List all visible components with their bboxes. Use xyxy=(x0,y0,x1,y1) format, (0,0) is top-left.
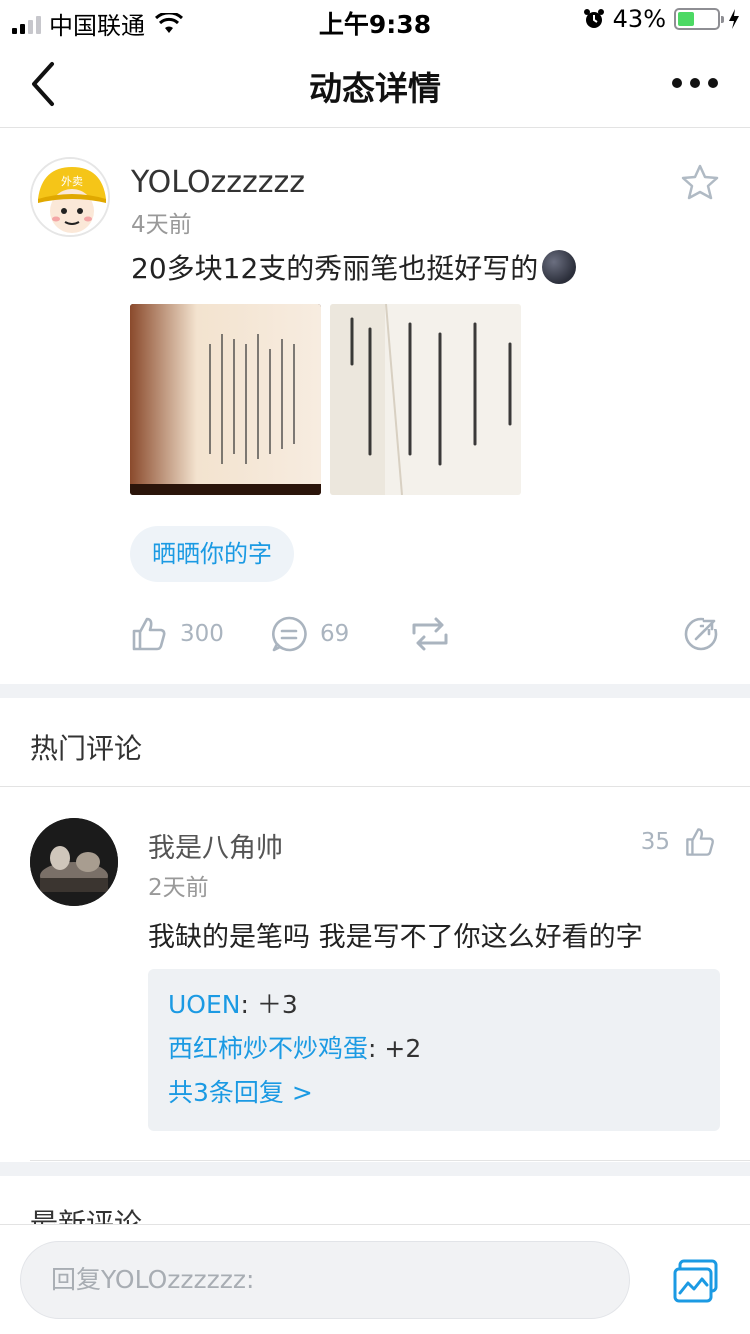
comment-like-count: 35 xyxy=(640,829,670,855)
avatar-badge-text: 外卖 xyxy=(61,175,83,188)
battery-percent: 43% xyxy=(612,5,666,33)
post-text: 20多块12支的秀丽笔也挺好写的 xyxy=(131,252,539,285)
reply-item: UOEN: ＋3 xyxy=(168,990,298,1019)
reply-input[interactable]: 回复YOLOzzzzzz: xyxy=(20,1241,630,1319)
comment-text: 我缺的是笔吗 我是写不了你这么好看的字 xyxy=(148,922,643,953)
battery-icon xyxy=(674,8,724,30)
reply-username[interactable]: 西红柿炒不炒鸡蛋 xyxy=(168,1034,368,1063)
post-username[interactable]: YOLOzzzzzz xyxy=(131,165,305,200)
repost-button[interactable] xyxy=(408,615,452,653)
comment-avatar[interactable] xyxy=(30,818,118,906)
post-card: 外卖 YOLOzzzzzz 4天前 20多块12支的秀丽笔也挺好写的 晒晒你的字… xyxy=(0,129,750,684)
hot-comments-title: 热门评论 xyxy=(30,732,143,765)
comment-username[interactable]: 我是八角帅 xyxy=(148,826,283,865)
image-picker-icon[interactable] xyxy=(672,1257,720,1305)
battery-fill xyxy=(678,12,695,26)
section-separator xyxy=(0,684,750,698)
charging-icon xyxy=(729,9,739,29)
view-all-replies-link[interactable]: 共3条回复 > xyxy=(168,1075,700,1111)
section-separator xyxy=(0,1162,750,1176)
divider xyxy=(30,1160,750,1161)
star-icon[interactable] xyxy=(680,163,720,203)
nav-bar: 动态详情 xyxy=(0,40,750,128)
reply-text: +2 xyxy=(384,1034,422,1063)
reply-username[interactable]: UOEN xyxy=(168,990,240,1019)
alarm-icon xyxy=(583,9,604,28)
like-button[interactable]: 300 xyxy=(130,615,224,653)
comment-like-button[interactable]: 35 xyxy=(641,826,716,858)
post-actions: 300 69 xyxy=(0,609,750,659)
divider xyxy=(0,786,750,787)
post-photo-2[interactable] xyxy=(330,304,521,495)
repost-icon xyxy=(412,617,448,651)
comment-count: 69 xyxy=(320,621,350,647)
post-photo-1[interactable] xyxy=(130,304,321,495)
comment-button[interactable]: 69 xyxy=(270,615,349,653)
thumbs-up-icon xyxy=(686,828,714,856)
comment-time: 2天前 xyxy=(148,875,209,901)
share-button[interactable] xyxy=(682,615,720,653)
new-moon-emoji-icon xyxy=(542,250,577,284)
latest-comments-title: 最新评论 xyxy=(30,1207,143,1224)
comment-icon xyxy=(272,616,307,652)
topic-tag[interactable]: 晒晒你的字 xyxy=(130,526,294,582)
share-icon xyxy=(684,615,720,651)
thumbs-up-icon xyxy=(132,617,166,651)
post-time: 4天前 xyxy=(131,212,192,238)
avatar[interactable]: 外卖 xyxy=(30,157,110,237)
status-bar: 中国联通 上午9:38 43% xyxy=(0,0,750,40)
more-dots-icon[interactable] xyxy=(672,78,718,88)
reply-preview-box[interactable]: UOEN: ＋3 西红柿炒不炒鸡蛋: +2 共3条回复 > xyxy=(148,969,720,1131)
like-count: 300 xyxy=(180,621,224,647)
reply-item: 西红柿炒不炒鸡蛋: +2 xyxy=(168,1034,422,1063)
reply-input-bar: 回复YOLOzzzzzz: xyxy=(0,1224,750,1334)
page-title: 动态详情 xyxy=(309,69,441,108)
post-text-row: 20多块12支的秀丽笔也挺好写的 xyxy=(131,247,577,287)
reply-text: ＋3 xyxy=(256,990,298,1019)
